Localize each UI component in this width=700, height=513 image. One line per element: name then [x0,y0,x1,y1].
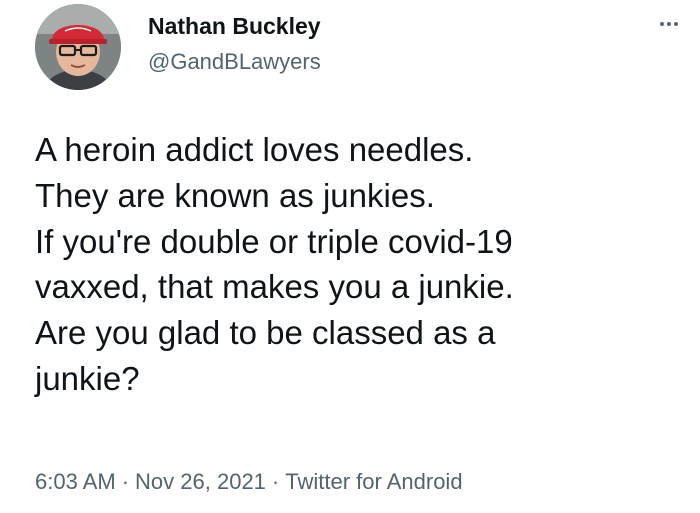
tweet-text-line: A heroin addict loves needles. [35,131,474,168]
tweet-text-line: vaxxed, that makes you a junkie. [35,268,514,306]
tweet-timestamp-link[interactable]: 6:03 AM · Nov 26, 2021 [35,469,266,494]
user-avatar-icon [35,4,121,90]
tweet-date: Nov 26, 2021 [135,469,266,494]
author-block: Nathan Buckley @GandBLawyers [148,12,321,75]
ellipsis-icon [660,22,664,26]
author-handle[interactable]: @GandBLawyers [148,49,321,75]
author-avatar[interactable] [35,4,121,90]
tweet-meta: 6:03 AM · Nov 26, 2021 · Twitter for Android [35,468,463,496]
tweet-text-line: Are you glad to be classed as a [35,314,496,352]
tweet-text: A heroin addict loves needles. They are … [35,127,685,402]
meta-separator: · [121,469,130,494]
ellipsis-icon [674,22,678,26]
tweet-text-line: If you're double or triple covid-19 [35,222,513,260]
tweet-source-link[interactable]: Twitter for Android [285,469,462,494]
more-options-button[interactable] [652,14,686,34]
author-display-name[interactable]: Nathan Buckley [148,12,321,40]
tweet-card: Nathan Buckley @GandBLawyers A heroin ad… [0,0,700,513]
tweet-time: 6:03 AM [35,469,116,494]
meta-separator: · [271,469,280,494]
ellipsis-icon [667,22,671,26]
tweet-text-line: They are known as junkies. [35,176,435,214]
tweet-text-line: junkie? [35,359,140,397]
